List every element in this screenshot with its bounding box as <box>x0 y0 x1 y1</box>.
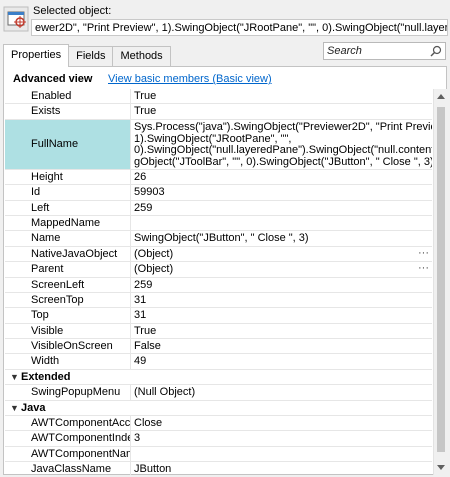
property-name: ScreenLeft <box>5 277 131 292</box>
property-name: Id <box>5 185 131 200</box>
scroll-up-icon[interactable] <box>437 93 445 101</box>
property-row-parent[interactable]: Parent (Object) ··· <box>5 262 432 278</box>
scroll-down-icon[interactable] <box>437 463 445 471</box>
property-name: ScreenTop <box>5 292 131 308</box>
property-value: 259 <box>134 201 153 214</box>
property-name: Name <box>5 231 131 246</box>
scrollbar-thumb[interactable] <box>437 107 445 452</box>
property-name: Width <box>5 354 131 369</box>
property-row-width[interactable]: Width 49 <box>5 354 432 370</box>
property-name: NativeJavaObject <box>5 246 131 262</box>
property-value: 59903 <box>134 186 165 199</box>
object-picker-icon[interactable] <box>3 6 29 32</box>
property-value: True <box>134 324 157 337</box>
property-row-awtcomponentindex[interactable]: AWTComponentIndex 3 <box>5 431 432 447</box>
property-row-left[interactable]: Left 259 <box>5 200 432 216</box>
property-name: SwingPopupMenu <box>5 385 131 400</box>
property-row-height[interactable]: Height 26 <box>5 169 432 186</box>
property-name: Height <box>5 169 131 185</box>
property-value <box>131 447 432 461</box>
property-name: AWTComponentAccessibleName <box>5 416 131 431</box>
category-label: Extended <box>21 370 71 383</box>
ellipsis-button[interactable]: ··· <box>418 262 429 274</box>
property-value: 31 <box>134 293 147 306</box>
property-name: AWTComponentName <box>5 446 131 462</box>
property-value: 3 <box>134 432 141 445</box>
property-value: 49 <box>134 355 147 368</box>
property-name: JavaClassName <box>5 462 131 475</box>
property-name: Visible <box>5 323 131 339</box>
property-name: Top <box>5 308 131 323</box>
property-row-nativejavaobject[interactable]: NativeJavaObject (Object) ··· <box>5 246 432 263</box>
property-value: JButton <box>134 463 172 475</box>
property-row-enabled[interactable]: Enabled True <box>5 89 432 105</box>
property-row-mappedname[interactable]: MappedName <box>5 215 432 232</box>
property-value: (Object) <box>134 263 174 276</box>
tab-methods[interactable]: Methods <box>112 46 171 67</box>
property-value <box>131 216 432 230</box>
property-name: Parent <box>5 262 131 277</box>
property-row-javaclassname[interactable]: JavaClassName JButton <box>5 462 432 475</box>
basic-view-link[interactable]: View basic members (Basic view) <box>108 73 272 85</box>
property-row-id[interactable]: Id 59903 <box>5 185 432 201</box>
property-name: VisibleOnScreen <box>5 339 131 354</box>
category-extended[interactable]: ▼ Extended <box>5 370 432 386</box>
property-value: Close <box>134 417 163 430</box>
property-row-awtcomponentaccessiblename[interactable]: AWTComponentAccessibleName Close <box>5 416 432 432</box>
property-value: 31 <box>134 309 147 322</box>
property-value: Sys.Process("java").SwingObject("Preview… <box>134 120 432 169</box>
property-grid: Enabled True Exists True FullName Sys.Pr… <box>5 89 432 475</box>
property-name: Enabled <box>5 89 131 104</box>
category-java[interactable]: ▼ Java <box>5 401 432 417</box>
property-row-visible[interactable]: Visible True <box>5 323 432 340</box>
property-value: False <box>134 340 161 353</box>
property-row-fullname[interactable]: FullName Sys.Process("java").SwingObject… <box>5 119 432 170</box>
property-value: 26 <box>134 170 147 183</box>
property-value: SwingObject("JButton", " Close ", 3) <box>134 232 309 245</box>
property-value: True <box>134 90 157 102</box>
search-icon[interactable] <box>430 45 442 57</box>
property-value: True <box>134 105 157 118</box>
selected-object-field[interactable]: ewer2D", "Print Preview", 1).SwingObject… <box>31 19 448 36</box>
property-name: MappedName <box>5 215 131 231</box>
property-name: Exists <box>5 104 131 119</box>
property-row-screenleft[interactable]: ScreenLeft 259 <box>5 277 432 293</box>
property-row-visibleonscreen[interactable]: VisibleOnScreen False <box>5 339 432 355</box>
tab-properties[interactable]: Properties <box>3 44 70 67</box>
search-box <box>323 42 446 60</box>
property-name: Left <box>5 200 131 215</box>
view-tabs: Properties Fields Methods <box>3 44 171 67</box>
property-row-awtcomponentname[interactable]: AWTComponentName <box>5 446 432 463</box>
advanced-view-title: Advanced view <box>13 73 93 85</box>
tab-fields[interactable]: Fields <box>68 46 114 67</box>
property-row-swingpopupmenu[interactable]: SwingPopupMenu (Null Object) <box>5 385 432 401</box>
property-row-name[interactable]: Name SwingObject("JButton", " Close ", 3… <box>5 231 432 247</box>
collapse-icon[interactable]: ▼ <box>5 401 19 415</box>
property-row-top[interactable]: Top 31 <box>5 308 432 324</box>
property-row-screentop[interactable]: ScreenTop 31 <box>5 292 432 309</box>
properties-panel: Advanced view View basic members (Basic … <box>3 66 447 475</box>
property-name: FullName <box>5 119 131 169</box>
property-value: 259 <box>134 278 153 291</box>
vertical-scrollbar[interactable] <box>433 89 447 475</box>
category-label: Java <box>21 401 46 414</box>
property-value: (Null Object) <box>134 386 196 399</box>
object-browser-panel: Selected object: ewer2D", "Print Preview… <box>0 0 450 477</box>
search-input[interactable] <box>324 43 428 59</box>
ellipsis-button[interactable]: ··· <box>418 247 429 259</box>
property-name: AWTComponentIndex <box>5 431 131 446</box>
collapse-icon[interactable]: ▼ <box>5 370 19 384</box>
selected-object-label: Selected object: <box>33 5 112 17</box>
property-value: (Object) <box>134 247 174 260</box>
property-row-exists[interactable]: Exists True <box>5 104 432 120</box>
